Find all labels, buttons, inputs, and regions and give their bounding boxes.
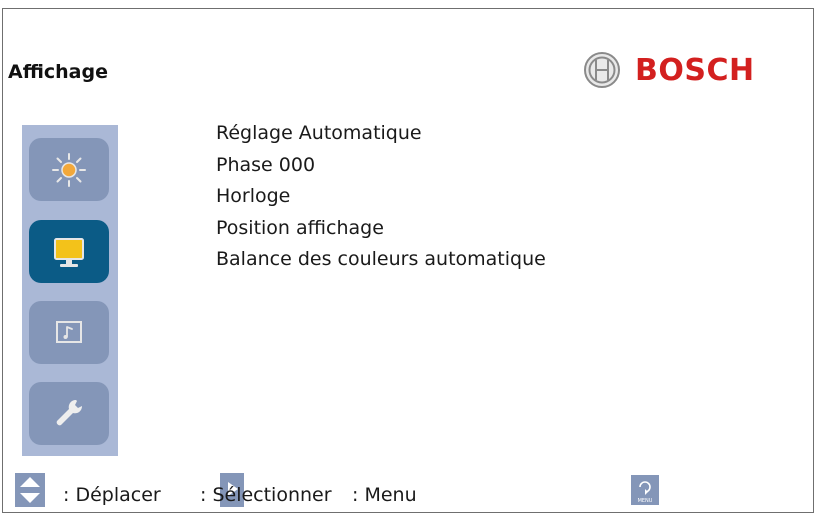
sidebar-item-image[interactable] [29, 138, 109, 201]
sidebar-item-display[interactable] [29, 220, 109, 283]
up-down-arrows-icon [12, 472, 48, 508]
brightness-icon [52, 152, 86, 187]
menu-icon-caption: MENU [638, 498, 653, 504]
menu-item-display-position[interactable]: Position affichage [216, 213, 546, 245]
bosch-armature-icon [584, 52, 620, 88]
audio-icon [56, 320, 82, 343]
menu-item-auto-adjust[interactable]: Réglage Automatique [216, 118, 546, 150]
footer-move-label: : Déplacer [63, 484, 161, 506]
menu-item-clock[interactable]: Horloge [216, 181, 546, 213]
footer-menu-label: : Menu [352, 484, 417, 506]
brand-name: BOSCH [635, 52, 755, 88]
sidebar [22, 125, 118, 456]
settings-menu: Réglage Automatique Phase 000 Horloge Po… [216, 118, 546, 276]
footer-select-label: : Sélectionner [200, 484, 332, 506]
menu-button-icon: MENU [627, 472, 663, 508]
wrench-icon [56, 399, 83, 425]
menu-item-auto-color-balance[interactable]: Balance des couleurs automatique [216, 244, 546, 276]
page-title: Affichage [8, 61, 108, 83]
monitor-icon [54, 237, 84, 267]
sidebar-item-settings[interactable] [29, 382, 109, 445]
menu-item-phase[interactable]: Phase 000 [216, 150, 546, 182]
brand-logo: BOSCH [583, 51, 755, 89]
sidebar-item-audio[interactable] [29, 301, 109, 364]
